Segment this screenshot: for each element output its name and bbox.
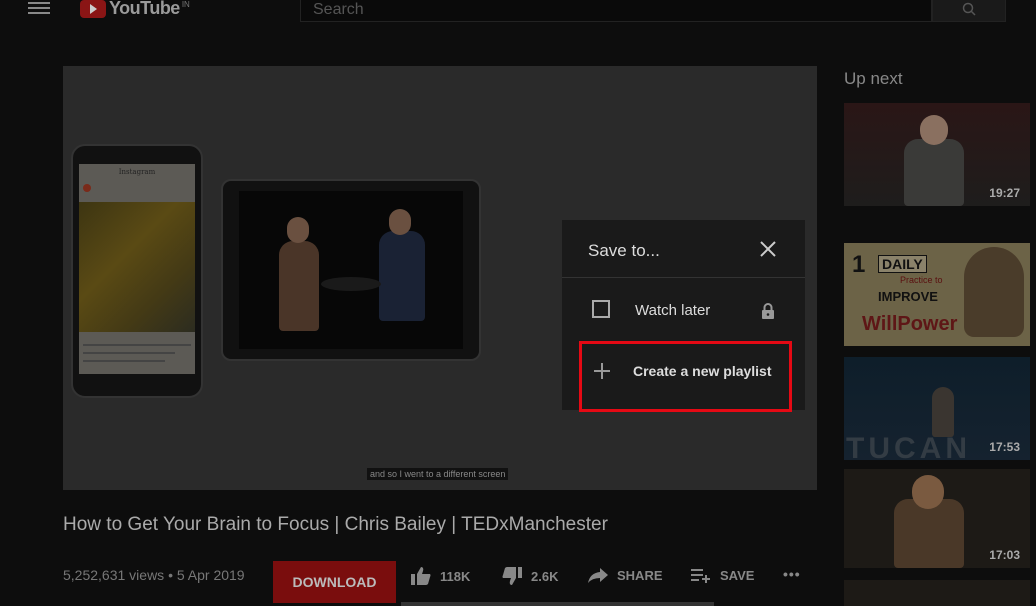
- more-actions-button[interactable]: •••: [783, 566, 801, 582]
- speaker-face: [964, 247, 1024, 337]
- playlist-add-icon: [691, 569, 710, 583]
- views-date: 5,252,631 views • 5 Apr 2019: [63, 567, 245, 583]
- thumb-number: 1: [852, 251, 866, 278]
- lock-icon: [762, 303, 774, 319]
- youtube-logo[interactable]: YouTube IN: [80, 0, 190, 20]
- share-button[interactable]: SHARE: [587, 566, 663, 584]
- share-label: SHARE: [617, 567, 663, 583]
- thumbnail-1[interactable]: 19:27: [844, 103, 1030, 206]
- search-input[interactable]: [301, 0, 955, 20]
- youtube-play-icon: [80, 0, 106, 18]
- phone-mockup: Instagram: [71, 144, 203, 398]
- thumb-logo-text: TUCAN: [846, 432, 971, 460]
- logo-region: IN: [181, 0, 190, 9]
- watch-later-checkbox[interactable]: [592, 300, 610, 318]
- bottom-divider: [401, 602, 714, 606]
- like-count: 118K: [440, 568, 471, 584]
- dislike-count: 2.6K: [531, 568, 559, 584]
- thumb-willpower: WillPower: [862, 313, 958, 335]
- duration-badge: 17:53: [989, 440, 1020, 454]
- thumb-practice: Practice to: [900, 275, 943, 285]
- search-icon: [962, 2, 976, 16]
- dialog-title: Save to...: [588, 241, 660, 260]
- download-button[interactable]: DOWNLOAD: [273, 561, 396, 603]
- share-icon: [588, 568, 608, 583]
- video-title: How to Get Your Brain to Focus | Chris B…: [63, 514, 608, 535]
- menu-icon[interactable]: [28, 0, 50, 16]
- thumbnail-2[interactable]: 1 DAILY Practice to IMPROVE WillPower: [844, 243, 1030, 346]
- thumb-daily: DAILY: [878, 255, 927, 273]
- dislike-button[interactable]: 2.6K: [501, 566, 558, 586]
- thumb-improve: IMPROVE: [878, 289, 938, 304]
- search-button[interactable]: [932, 0, 1006, 22]
- duration-badge: 17:03: [989, 548, 1020, 562]
- watch-later-label[interactable]: Watch later: [635, 302, 710, 319]
- thumbnail-5[interactable]: [844, 580, 1030, 606]
- close-icon[interactable]: [758, 239, 778, 259]
- like-button[interactable]: 118K: [410, 566, 470, 586]
- save-button[interactable]: SAVE: [690, 566, 754, 584]
- thumbnail-4[interactable]: 17:03: [844, 469, 1030, 568]
- thumbs-up-icon: [411, 567, 431, 585]
- search-box[interactable]: [300, 0, 955, 22]
- logo-text: YouTube: [109, 0, 180, 18]
- phone-app-label: Instagram: [118, 168, 156, 176]
- thumbs-down-icon: [502, 567, 522, 585]
- phone-post-image: [79, 202, 195, 332]
- dialog-divider: [562, 277, 805, 278]
- up-next-heading: Up next: [844, 69, 903, 88]
- duration-badge: 19:27: [989, 186, 1020, 200]
- video-caption: and so I went to a different screen: [367, 468, 509, 480]
- save-label: SAVE: [720, 567, 755, 583]
- thumbnail-3[interactable]: TUCAN 17:53: [844, 357, 1030, 460]
- tablet-mockup: [221, 179, 481, 361]
- highlight-box: [579, 341, 792, 412]
